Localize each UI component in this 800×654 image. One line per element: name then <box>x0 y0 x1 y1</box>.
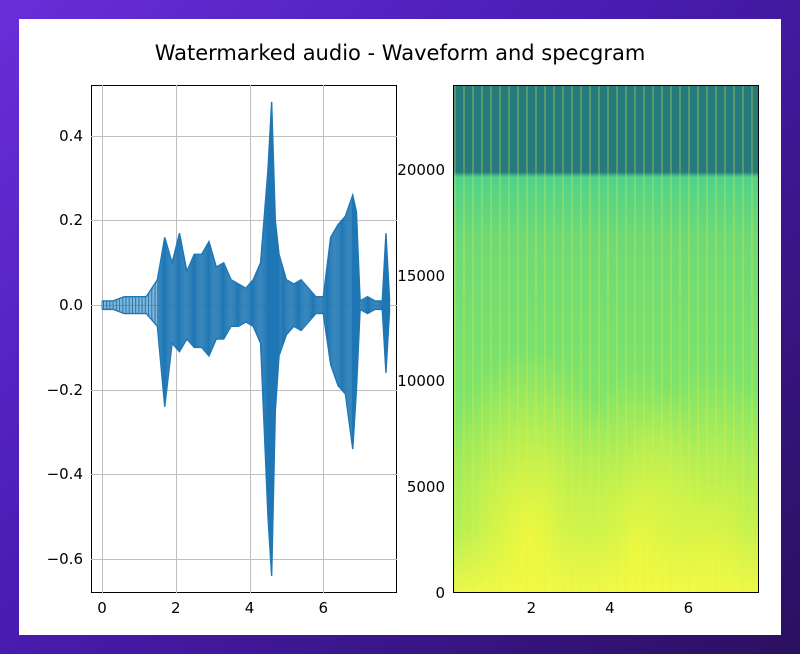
y-tick-label: 0.0 <box>59 296 83 314</box>
figure-title: Watermarked audio - Waveform and specgra… <box>19 41 781 65</box>
y-tick-label: 15000 <box>397 267 445 285</box>
x-tick-label: 0 <box>97 599 107 617</box>
y-tick-label: −0.6 <box>47 550 83 568</box>
plot-area: 0246−0.6−0.4−0.20.00.20.4 24605000100001… <box>91 85 759 593</box>
waveform-svg <box>91 85 397 593</box>
x-tick-label: 4 <box>605 599 615 617</box>
y-tick-label: 0 <box>435 584 445 602</box>
y-tick-label: 0.4 <box>59 127 83 145</box>
x-tick-label: 2 <box>527 599 537 617</box>
figure-panel: Watermarked audio - Waveform and specgra… <box>19 19 781 635</box>
y-tick-label: 0.2 <box>59 211 83 229</box>
x-tick-label: 6 <box>684 599 694 617</box>
y-tick-label: 20000 <box>397 161 445 179</box>
y-tick-label: 10000 <box>397 372 445 390</box>
x-tick-label: 6 <box>318 599 328 617</box>
x-tick-label: 4 <box>245 599 255 617</box>
y-tick-label: −0.4 <box>47 465 83 483</box>
y-tick-label: −0.2 <box>47 381 83 399</box>
spectrogram-texture <box>454 86 758 592</box>
spectrogram-image <box>453 85 759 593</box>
gradient-frame: Watermarked audio - Waveform and specgra… <box>0 0 800 654</box>
spectrogram-plot: 24605000100001500020000 <box>453 85 759 593</box>
y-tick-label: 5000 <box>407 478 445 496</box>
x-tick-label: 2 <box>171 599 181 617</box>
waveform-plot: 0246−0.6−0.4−0.20.00.20.4 <box>91 85 397 593</box>
